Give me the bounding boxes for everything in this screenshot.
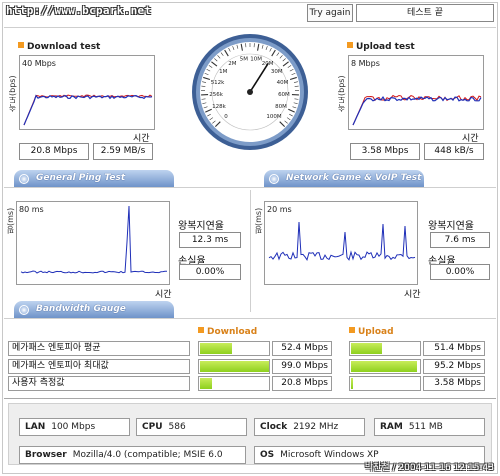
gauge-tick-label: 30M bbox=[271, 69, 283, 75]
upload-bar-value: 3.58 Mbps bbox=[423, 376, 485, 391]
table-row-label: 메가패스 엔토피아 평균 bbox=[8, 341, 190, 356]
divider bbox=[4, 318, 496, 319]
upload-kbs-value: 448 kB/s bbox=[424, 143, 484, 160]
table-row-label: 사용자 측정값 bbox=[8, 376, 190, 391]
gauge-tick-label: 40M bbox=[277, 80, 289, 86]
game-rtt-label: 왕복지연율 bbox=[428, 221, 474, 232]
download-mbps-value: 20.8 Mbps bbox=[19, 143, 89, 160]
game-xlabel: 시간 bbox=[404, 290, 421, 300]
upload-scale-label: 8 Mbps bbox=[351, 59, 380, 68]
download-chart-svg: 40 Mbps bbox=[22, 59, 153, 126]
tab-general-ping-test[interactable]: General Ping Test bbox=[14, 170, 174, 187]
globe-icon bbox=[269, 174, 279, 184]
upload-bar bbox=[349, 359, 421, 374]
bullet-icon bbox=[347, 42, 353, 48]
game-graph: 20 ms bbox=[264, 201, 418, 285]
bandwidth-upload-header: Upload bbox=[349, 327, 394, 337]
game-scale-label: 20 ms bbox=[267, 205, 292, 214]
cpu-info: CPU 586 bbox=[136, 418, 247, 436]
ping-graph: 80 ms bbox=[16, 201, 170, 285]
upload-ylabel: 속도(bps) bbox=[337, 75, 346, 112]
download-mbs-value: 2.59 MB/s bbox=[93, 143, 153, 160]
status-display: 테스트 끝 bbox=[356, 4, 494, 22]
download-graph: 40 Mbps bbox=[19, 55, 155, 130]
gauge-tick-label: 60M bbox=[278, 92, 290, 98]
download-bar-fill bbox=[200, 361, 269, 372]
gauge-tick-label: 0 bbox=[224, 114, 228, 120]
download-bar-value: 99.0 Mbps bbox=[272, 359, 332, 374]
clock-info: Clock 2192 MHz bbox=[254, 418, 365, 436]
footer-author-timestamp: 박찬철 / 2004-11-16 12:15:43 bbox=[364, 463, 494, 473]
site-url[interactable]: http://www.bcpark.net bbox=[6, 4, 151, 17]
game-latency-line bbox=[268, 221, 416, 261]
ping-rtt-label: 왕복지연율 bbox=[178, 221, 224, 232]
ping-loss-value: 0.00% bbox=[179, 264, 241, 280]
divider bbox=[4, 187, 496, 188]
ping-rtt-value: 12.3 ms bbox=[179, 232, 241, 248]
browser-info: Browser Mozilla/4.0 (compatible; MSIE 6.0 bbox=[19, 446, 246, 464]
bullet-icon bbox=[18, 42, 24, 48]
upload-graph: 8 Mbps bbox=[348, 55, 484, 130]
gauge-tick-label: 5M bbox=[240, 57, 248, 63]
gauge-tick-label: 10M bbox=[250, 57, 262, 63]
speed-gauge: 0128k256k512k1M2M5M10M20M30M40M60M80M100… bbox=[190, 32, 310, 152]
ping-chart-svg: 80 ms bbox=[19, 205, 168, 274]
download-scale-label: 40 Mbps bbox=[22, 59, 56, 68]
download-bar-value: 52.4 Mbps bbox=[272, 341, 332, 356]
bandwidth-download-header: Download bbox=[198, 327, 257, 337]
divider bbox=[4, 398, 496, 399]
ping-latency-line bbox=[20, 205, 168, 274]
upload-bar-value: 51.4 Mbps bbox=[423, 341, 485, 356]
game-ylabel: 핑(ms) bbox=[254, 207, 263, 234]
upload-mbps-value: 3.58 Mbps bbox=[350, 143, 420, 160]
upload-chart-svg: 8 Mbps bbox=[351, 59, 482, 126]
ping-scale-label: 80 ms bbox=[19, 205, 44, 214]
globe-icon bbox=[19, 305, 29, 315]
upload-bar-fill bbox=[351, 378, 354, 389]
divider bbox=[4, 27, 496, 28]
upload-bar-value: 95.2 Mbps bbox=[423, 359, 485, 374]
game-loss-value: 0.00% bbox=[430, 264, 490, 280]
download-bar-value: 20.8 Mbps bbox=[272, 376, 332, 391]
gauge-tick-label: 100M bbox=[266, 114, 281, 120]
upload-bar bbox=[349, 376, 421, 391]
gauge-tick-label: 80M bbox=[275, 104, 287, 110]
download-test-title: Download test bbox=[18, 42, 100, 52]
gauge-dial: 0128k256k512k1M2M5M10M20M30M40M60M80M100… bbox=[192, 34, 308, 150]
gauge-tick-label: 128k bbox=[212, 104, 226, 110]
ping-ylabel: 핑(ms) bbox=[6, 207, 15, 234]
upload-bar-fill bbox=[351, 343, 382, 354]
ping-xlabel: 시간 bbox=[155, 290, 172, 300]
ram-info: RAM 511 MB bbox=[374, 418, 485, 436]
gauge-tick-label: 2M bbox=[228, 61, 236, 67]
download-peak-line bbox=[23, 94, 153, 126]
gauge-tick-label: 1M bbox=[219, 69, 227, 75]
lan-info: LAN 100 Mbps bbox=[19, 418, 130, 436]
download-ylabel: 속도(bps) bbox=[8, 75, 17, 112]
download-bar bbox=[198, 376, 270, 391]
globe-icon bbox=[19, 174, 29, 184]
download-bar-fill bbox=[200, 343, 232, 354]
upload-speed-line bbox=[352, 96, 482, 126]
game-rtt-value: 7.6 ms bbox=[430, 232, 490, 248]
gauge-tick-label: 512k bbox=[211, 80, 225, 86]
table-row-label: 메가패스 엔토피아 최대값 bbox=[8, 359, 190, 374]
gauge-tick-label: 256k bbox=[209, 92, 223, 98]
upload-test-title: Upload test bbox=[347, 42, 415, 52]
divider bbox=[250, 190, 251, 312]
try-again-button[interactable]: Try again bbox=[307, 4, 353, 22]
download-bar bbox=[198, 359, 270, 374]
gauge-hub bbox=[247, 89, 253, 95]
tab-bandwidth-gauge[interactable]: Bandwidth Gauge bbox=[14, 301, 174, 318]
bullet-icon bbox=[198, 327, 204, 333]
tab-network-game-voip-test[interactable]: Network Game & VoIP Test bbox=[264, 170, 424, 187]
upload-bar bbox=[349, 341, 421, 356]
upload-bar-fill bbox=[351, 361, 417, 372]
bullet-icon bbox=[349, 327, 355, 333]
download-bar bbox=[198, 341, 270, 356]
game-chart-svg: 20 ms bbox=[267, 205, 416, 261]
download-bar-fill bbox=[200, 378, 212, 389]
download-speed-line bbox=[23, 94, 153, 126]
